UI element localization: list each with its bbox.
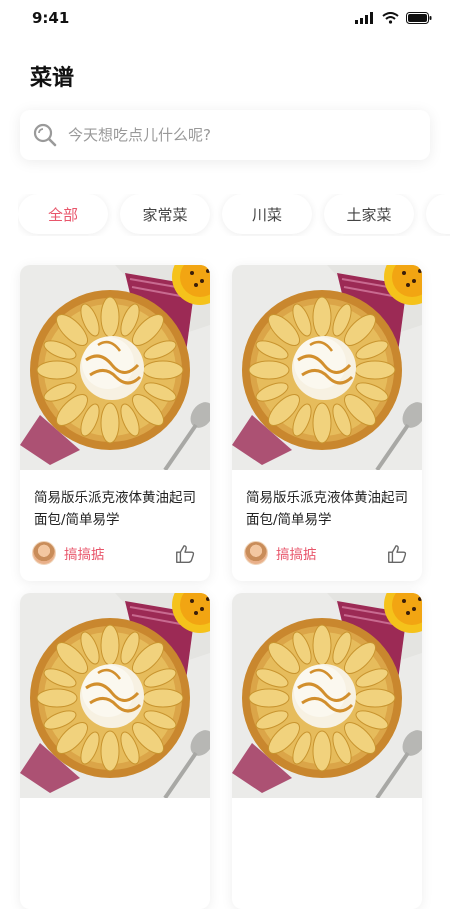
status-bar: 9:41 bbox=[0, 0, 450, 40]
category-chip-more[interactable] bbox=[426, 194, 450, 234]
search-icon bbox=[33, 123, 57, 147]
category-chip-sichuan[interactable]: 川菜 bbox=[222, 194, 312, 234]
avatar bbox=[32, 541, 56, 565]
search-input[interactable] bbox=[68, 126, 398, 144]
signal-icon bbox=[355, 12, 373, 24]
recipe-image bbox=[232, 265, 422, 470]
status-icons bbox=[355, 12, 432, 24]
page-title: 菜谱 bbox=[30, 66, 75, 91]
recipe-title: 简易版乐派克液体黄油起司面包/简单易学 bbox=[34, 490, 196, 528]
recipe-author[interactable]: 搞搞掂 bbox=[244, 541, 317, 565]
recipe-card[interactable] bbox=[232, 593, 422, 909]
author-name: 搞搞掂 bbox=[64, 547, 105, 563]
status-time: 9:41 bbox=[32, 9, 70, 27]
recipe-card[interactable]: 简易版乐派克液体黄油起司面包/简单易学 搞搞掂 bbox=[232, 265, 422, 581]
thumbs-up-icon[interactable] bbox=[386, 543, 408, 565]
recipe-image bbox=[20, 593, 210, 798]
category-chip-all[interactable]: 全部 bbox=[18, 194, 108, 234]
category-chip-home-cooking[interactable]: 家常菜 bbox=[120, 194, 210, 234]
recipe-author[interactable]: 搞搞掂 bbox=[32, 541, 105, 565]
category-tabs: 全部 家常菜 川菜 土家菜 bbox=[18, 194, 450, 236]
wifi-icon bbox=[382, 12, 399, 24]
avatar bbox=[244, 541, 268, 565]
recipe-grid: 简易版乐派克液体黄油起司面包/简单易学 搞搞掂 简易版乐派克液体黄油起司面包/简… bbox=[20, 265, 432, 909]
recipe-card[interactable] bbox=[20, 593, 210, 909]
author-name: 搞搞掂 bbox=[276, 547, 317, 563]
recipe-card[interactable]: 简易版乐派克液体黄油起司面包/简单易学 搞搞掂 bbox=[20, 265, 210, 581]
recipe-image bbox=[20, 265, 210, 470]
thumbs-up-icon[interactable] bbox=[174, 543, 196, 565]
category-chip-tujia[interactable]: 土家菜 bbox=[324, 194, 414, 234]
search-bar[interactable] bbox=[20, 110, 430, 160]
recipe-image bbox=[232, 593, 422, 798]
battery-icon bbox=[406, 12, 432, 24]
recipe-title: 简易版乐派克液体黄油起司面包/简单易学 bbox=[246, 490, 408, 528]
